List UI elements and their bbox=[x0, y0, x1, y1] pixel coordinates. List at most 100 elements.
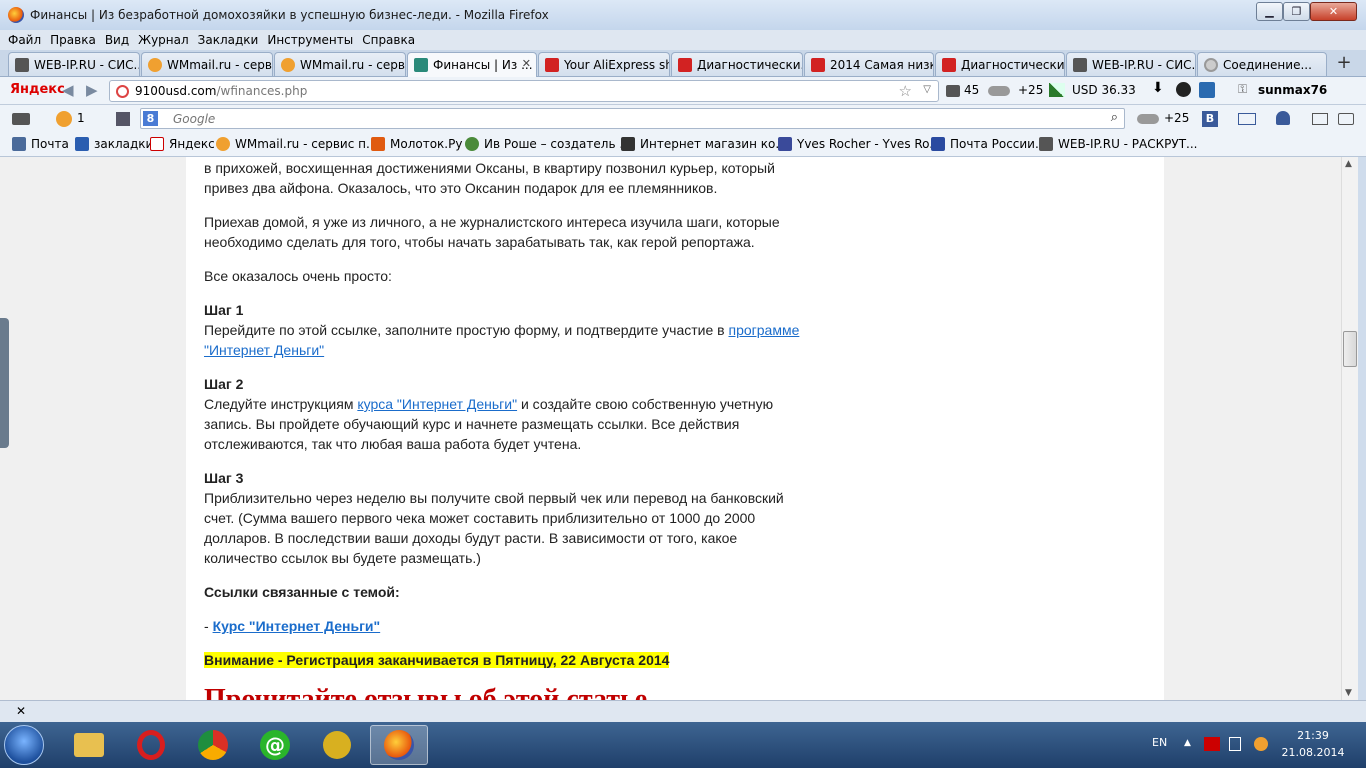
back-button[interactable]: ◀ bbox=[62, 81, 74, 99]
step-title: Шаг 2 bbox=[204, 376, 244, 392]
tab-label: WMmail.ru - серв... bbox=[300, 57, 405, 72]
minimize-button[interactable]: ▁ bbox=[1256, 2, 1283, 21]
mail-agent-icon[interactable] bbox=[56, 111, 72, 127]
tab-active[interactable]: Финансы | Из ... ✕ bbox=[407, 52, 537, 77]
bookmark-star-icon[interactable]: ☆ bbox=[899, 82, 912, 100]
close-button[interactable]: ✕ bbox=[1310, 2, 1357, 21]
tab[interactable]: WMmail.ru - серв... bbox=[274, 52, 406, 76]
skype-icon[interactable] bbox=[1199, 82, 1215, 98]
search-box[interactable]: 8 ⌕ bbox=[140, 108, 1125, 129]
find-bar: ✕ bbox=[0, 700, 1366, 722]
qip-icon bbox=[323, 731, 351, 759]
taskbar-app-qip[interactable] bbox=[308, 725, 366, 765]
url-text[interactable]: 9100usd.com/wfinances.php bbox=[135, 84, 307, 98]
bookmark-item[interactable]: Почта bbox=[12, 137, 69, 151]
mail-icon bbox=[12, 137, 26, 151]
url-dropdown-icon[interactable]: ▽ bbox=[923, 84, 931, 95]
tab[interactable]: Диагностически... bbox=[671, 52, 803, 76]
taskbar-app-firefox[interactable] bbox=[370, 725, 428, 765]
menu-help[interactable]: Справка bbox=[362, 33, 415, 47]
usd-rate[interactable]: USD 36.33 bbox=[1072, 83, 1136, 97]
vertical-scrollbar[interactable]: ▲ ▼ bbox=[1341, 157, 1358, 700]
taskbar-app-chrome[interactable] bbox=[184, 725, 242, 765]
key-icon[interactable]: ⚿ bbox=[1238, 82, 1247, 97]
scroll-down-icon[interactable]: ▼ bbox=[1345, 688, 1352, 698]
tab[interactable]: Диагностически... bbox=[935, 52, 1065, 76]
tab[interactable]: Соединение... bbox=[1197, 52, 1327, 76]
start-button[interactable] bbox=[4, 725, 44, 765]
keyboard-layout-icon[interactable] bbox=[1204, 737, 1220, 751]
maximize-button[interactable]: ❐ bbox=[1283, 2, 1310, 21]
article-paragraph: в прихожей, восхищенная достижениями Окс… bbox=[204, 160, 775, 196]
course-link[interactable]: курса "Интернет Деньги" bbox=[357, 396, 517, 412]
bookmark-item[interactable]: Yves Rocher - Yves Ro... bbox=[778, 137, 941, 151]
bookmark-item[interactable]: Ив Роше – создатель ... bbox=[465, 137, 631, 151]
folder-icon bbox=[74, 733, 104, 757]
bookmark-item[interactable]: WMmail.ru - сервис п... bbox=[216, 137, 377, 151]
search-input[interactable] bbox=[173, 111, 1073, 126]
taskbar-app-explorer[interactable] bbox=[60, 725, 118, 765]
tab[interactable]: WEB-IP.RU - СИС... bbox=[1066, 52, 1196, 76]
tab-label: WMmail.ru - серв... bbox=[167, 57, 272, 72]
menu-tools[interactable]: Инструменты bbox=[267, 33, 353, 47]
menu-file[interactable]: Файл bbox=[8, 33, 41, 47]
tab[interactable]: WEB-IP.RU - СИС... bbox=[8, 52, 140, 76]
find-bar-close-icon[interactable]: ✕ bbox=[16, 704, 26, 718]
mail-agent-count[interactable]: 1 bbox=[77, 111, 85, 125]
language-indicator[interactable]: EN bbox=[1152, 736, 1167, 749]
yandex-logo[interactable]: Яндекс bbox=[10, 82, 65, 97]
scrollbar-thumb[interactable] bbox=[1343, 331, 1357, 367]
tab-label: Финансы | Из ... bbox=[433, 58, 533, 72]
bookmark-item[interactable]: WEB-IP.RU - РАСКРУТ... bbox=[1039, 137, 1197, 151]
menu-edit[interactable]: Правка bbox=[50, 33, 96, 47]
username[interactable]: sunmax76 bbox=[1258, 83, 1327, 97]
article-paragraph: Приехав домой, я уже из личного, а не жу… bbox=[204, 214, 780, 250]
side-panel-handle[interactable] bbox=[0, 318, 9, 448]
bookmark-item[interactable]: Яндекс bbox=[150, 137, 215, 151]
clock[interactable]: 21:39 21.08.2014 bbox=[1276, 727, 1350, 761]
menu-icon[interactable] bbox=[1338, 113, 1354, 125]
tab[interactable]: WMmail.ru - серв... bbox=[141, 52, 273, 76]
url-host: 9100usd.com bbox=[135, 84, 217, 98]
device-icon[interactable] bbox=[1229, 737, 1241, 751]
step-text: Перейдите по этой ссылке, заполните прос… bbox=[204, 322, 729, 338]
addon-icon[interactable] bbox=[1176, 82, 1191, 97]
user-icon[interactable] bbox=[1276, 111, 1290, 125]
weather-temp[interactable]: +25 bbox=[1018, 83, 1043, 97]
bookmark-item[interactable]: Молоток.Ру bbox=[371, 137, 462, 151]
mail-icon[interactable] bbox=[946, 85, 960, 97]
window-icon[interactable] bbox=[1312, 113, 1328, 125]
download-icon[interactable]: ⬇ bbox=[1152, 80, 1164, 96]
screenshot-icon[interactable] bbox=[12, 113, 30, 125]
mail-count[interactable]: 45 bbox=[964, 83, 979, 97]
tab[interactable]: 2014 Самая низка... bbox=[804, 52, 934, 76]
vk-icon[interactable]: В bbox=[1202, 111, 1218, 127]
tab[interactable]: Your AliExpress sh... bbox=[538, 52, 670, 76]
forward-button[interactable]: ▶ bbox=[86, 81, 98, 99]
menu-view[interactable]: Вид bbox=[105, 33, 129, 47]
bookmark-item[interactable]: Интернет магазин ко... bbox=[621, 137, 787, 151]
at-sign-icon: @ bbox=[260, 730, 290, 760]
bookmark-item[interactable]: Почта России. bbox=[931, 137, 1039, 151]
cart-favicon-icon bbox=[811, 57, 825, 72]
envelope-icon[interactable] bbox=[1238, 113, 1256, 125]
new-tab-button[interactable]: + bbox=[1330, 53, 1358, 75]
weather-temp[interactable]: +25 bbox=[1164, 111, 1189, 125]
taskbar-app-opera[interactable] bbox=[122, 725, 180, 765]
scroll-up-icon[interactable]: ▲ bbox=[1345, 159, 1352, 169]
firefox-icon bbox=[384, 730, 414, 760]
url-bar[interactable]: 9100usd.com/wfinances.php ☆ ▽ bbox=[109, 80, 939, 102]
taskbar-app-mail-agent[interactable]: @ bbox=[246, 725, 304, 765]
menu-history[interactable]: Журнал bbox=[138, 33, 189, 47]
shop-icon bbox=[621, 137, 635, 151]
bookmark-item[interactable]: закладки bbox=[75, 137, 153, 151]
bookmark-icon[interactable] bbox=[116, 112, 130, 126]
tray-expand-icon[interactable]: ▲ bbox=[1184, 738, 1191, 748]
search-icon[interactable]: ⌕ bbox=[1111, 110, 1118, 125]
google-icon[interactable]: 8 bbox=[143, 111, 158, 126]
tab-close-icon[interactable]: ✕ bbox=[522, 57, 531, 70]
agent-tray-icon[interactable] bbox=[1254, 737, 1268, 751]
related-course-link[interactable]: Курс "Интернет Деньги" bbox=[213, 618, 381, 634]
site-identity-icon[interactable] bbox=[116, 85, 129, 98]
menu-bookmarks[interactable]: Закладки bbox=[198, 33, 259, 47]
